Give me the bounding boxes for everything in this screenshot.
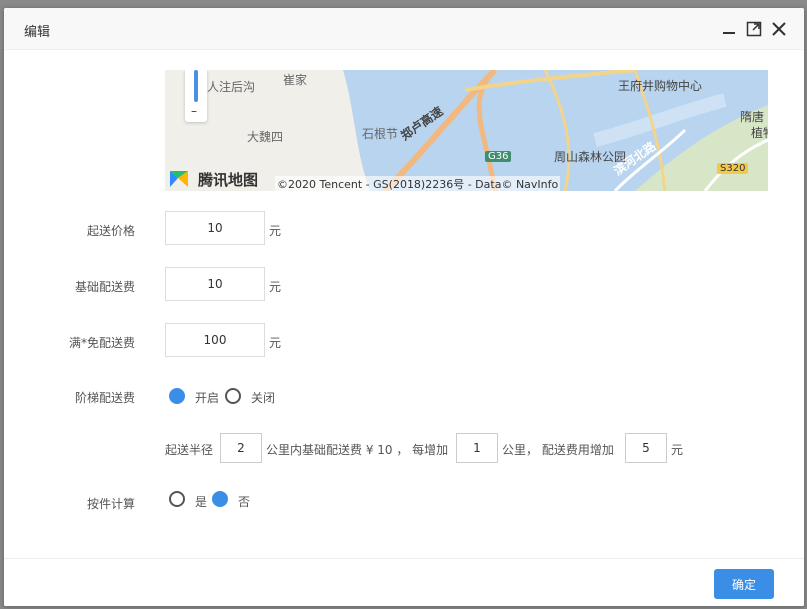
zoom-slider[interactable] bbox=[194, 70, 198, 102]
fee-increase-input[interactable] bbox=[625, 433, 667, 463]
free-fee-input[interactable] bbox=[165, 323, 265, 357]
map-copyright: ©2020 Tencent - GS(2018)2236号 - Data© Na… bbox=[275, 176, 561, 191]
map-label: 人注后沟 bbox=[207, 80, 256, 94]
by-item-no-label[interactable]: 否 bbox=[238, 493, 250, 510]
by-item-no-radio[interactable] bbox=[212, 491, 228, 507]
close-icon[interactable] bbox=[770, 20, 788, 38]
start-price-label: 起送价格 bbox=[86, 224, 135, 238]
free-fee-unit: 元 bbox=[269, 336, 282, 350]
free-fee-label: 满*免配送费 bbox=[68, 336, 135, 350]
start-price-input[interactable] bbox=[165, 211, 265, 245]
by-item-label: 按件计算 bbox=[86, 497, 135, 511]
map-zoom-control[interactable]: – bbox=[185, 70, 207, 122]
by-item-yes-label[interactable]: 是 bbox=[195, 493, 207, 510]
map-label: 王府井购物中心 bbox=[618, 79, 703, 93]
start-price-unit: 元 bbox=[269, 224, 282, 238]
tencent-map-logo-icon bbox=[170, 171, 188, 187]
map-label: 隋唐 bbox=[740, 110, 765, 124]
dialog-header: 编辑 bbox=[4, 8, 804, 50]
tiered-rule-text-4: 元 bbox=[671, 443, 684, 457]
base-fee-unit: 元 bbox=[269, 280, 282, 294]
map-label: 崔家 bbox=[283, 73, 308, 87]
map-logo-text: 腾讯地图 bbox=[198, 171, 259, 189]
road-badge: S320 bbox=[717, 163, 749, 174]
edit-dialog: 编辑 人注后沟 崔家 大魏四 石根节 郑卢高速 G36 周山森林公园 王府井购物… bbox=[4, 8, 804, 606]
dialog-title: 编辑 bbox=[24, 25, 51, 40]
confirm-button[interactable]: 确定 bbox=[714, 569, 774, 599]
tiered-on-radio[interactable] bbox=[169, 388, 185, 404]
tiered-rule-text-3: 公里， 配送费用增加 bbox=[502, 443, 614, 457]
base-fee-label: 基础配送费 bbox=[74, 280, 135, 294]
distance-step-input[interactable] bbox=[456, 433, 498, 463]
zoom-out-button[interactable]: – bbox=[191, 105, 197, 117]
dialog-footer: 确定 bbox=[4, 558, 804, 606]
tiered-off-label[interactable]: 关闭 bbox=[251, 389, 275, 406]
map-label: 石根节 bbox=[362, 127, 399, 141]
map-view[interactable]: 人注后沟 崔家 大魏四 石根节 郑卢高速 G36 周山森林公园 王府井购物中心 … bbox=[165, 70, 768, 191]
tiered-rule-text-2: 公里内基础配送费 ¥ 10 ， 每增加 bbox=[266, 443, 449, 457]
tiered-off-radio[interactable] bbox=[225, 388, 241, 404]
highway-badge: G36 bbox=[485, 151, 512, 162]
tiered-fee-label: 阶梯配送费 bbox=[74, 391, 135, 405]
radius-input[interactable] bbox=[220, 433, 262, 463]
map-label: 大魏四 bbox=[247, 130, 284, 144]
maximize-icon[interactable] bbox=[745, 20, 763, 38]
by-item-yes-radio[interactable] bbox=[169, 491, 185, 507]
tiered-rule-text-1: 起送半径 bbox=[165, 443, 214, 457]
minimize-icon[interactable] bbox=[720, 20, 738, 38]
tiered-on-label[interactable]: 开启 bbox=[195, 389, 219, 406]
map-label: 植物 bbox=[751, 126, 768, 140]
base-fee-input[interactable] bbox=[165, 267, 265, 301]
